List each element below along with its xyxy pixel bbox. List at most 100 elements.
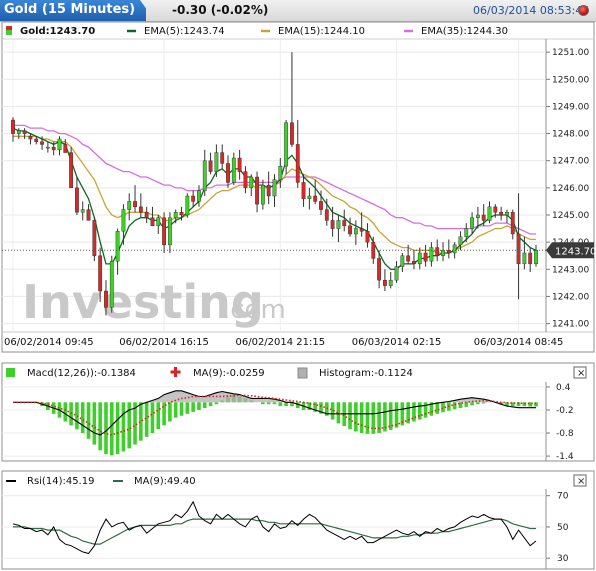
- close-icon[interactable]: ×: [573, 474, 587, 487]
- legend-histogram: Histogram:-0.1124: [319, 368, 413, 379]
- candle: [284, 120, 289, 175]
- candle-body: [272, 179, 277, 197]
- candle-body: [301, 182, 306, 199]
- price-tick-label: 1248.00: [552, 130, 589, 140]
- legend-macd: Macd(12,26)):-0.1384: [27, 368, 136, 379]
- price-tick-label: 1241.00: [552, 320, 589, 330]
- x-tick-label: 06/03/2014 08:45: [474, 337, 564, 348]
- candle-body: [493, 206, 498, 213]
- price-tick-label: 1245.00: [552, 211, 589, 221]
- candlestick-icon: [6, 26, 12, 35]
- candle-body: [441, 250, 445, 256]
- candle-body: [452, 244, 457, 254]
- candle-body: [121, 209, 126, 232]
- histogram-bar: [156, 402, 161, 430]
- x-tick-label: 06/02/2014 09:45: [4, 337, 94, 348]
- candle-body: [144, 212, 149, 218]
- candle-body: [237, 157, 242, 172]
- candle-body: [162, 217, 166, 246]
- gray-square-icon: [297, 367, 308, 379]
- candle-body: [522, 252, 527, 265]
- macd-tick-label: -1.4: [556, 452, 574, 462]
- candle-body: [319, 201, 323, 210]
- rsi-tick-label: 70: [557, 492, 569, 502]
- candle-body: [295, 144, 300, 183]
- candle-body: [22, 130, 27, 134]
- histogram-bar: [121, 402, 126, 452]
- histogram-bar: [98, 402, 102, 451]
- candle-body: [377, 258, 381, 281]
- histogram-bar: [92, 402, 97, 445]
- histogram-bar: [179, 402, 184, 416]
- candle-body: [330, 220, 335, 229]
- histogram-bar: [365, 402, 370, 434]
- candle-body: [336, 220, 341, 229]
- price-tick-label: 1246.00: [552, 184, 589, 194]
- candle-body: [475, 214, 480, 218]
- histogram-bar: [278, 402, 283, 407]
- candle-body: [191, 195, 196, 202]
- candle: [185, 193, 190, 218]
- macd-panel: Macd(12,26)):-0.1384 MA(9):-0.0259 Histo…: [1, 362, 595, 462]
- candle-body: [202, 160, 207, 191]
- histogram-bar: [162, 402, 166, 426]
- candle-body: [464, 228, 469, 237]
- candle-body: [458, 236, 463, 246]
- candle-body: [510, 212, 515, 235]
- candle-body: [388, 279, 393, 286]
- histogram-bar: [481, 402, 486, 404]
- legend-gold: Gold:1243.70: [20, 26, 95, 37]
- histogram-bar: [115, 402, 120, 455]
- candle-body: [307, 195, 312, 199]
- candle-body: [255, 176, 259, 205]
- histogram-bar: [173, 402, 178, 418]
- macd-tick-label: 0.4: [556, 383, 571, 393]
- close-icon[interactable]: ×: [573, 366, 587, 379]
- x-tick-label: 06/03/2014 02:15: [352, 337, 442, 348]
- rsi-tick-label: 50: [557, 523, 569, 533]
- price-tick-label: 1251.00: [552, 48, 589, 58]
- candle-body: [348, 225, 352, 235]
- legend-macd-ma: MA(9):-0.0259: [193, 368, 265, 379]
- candle-body: [86, 209, 91, 221]
- candle-body: [499, 212, 504, 216]
- x-tick-label: 06/02/2014 21:15: [235, 337, 325, 348]
- histogram-bar: [202, 402, 207, 409]
- legend-ema35: EMA(35):1244.30: [421, 26, 508, 37]
- price-panel: Gold:1243.70 EMA(5):1243.74 EMA(15):1244…: [1, 21, 596, 353]
- histogram-bar: [284, 402, 288, 407]
- candle-body: [342, 220, 347, 227]
- candle-body: [487, 206, 492, 221]
- candle-body: [516, 233, 521, 265]
- candle-body: [412, 260, 416, 265]
- candle-body: [243, 171, 248, 189]
- candle-body: [150, 217, 155, 227]
- candle-body: [470, 217, 474, 229]
- price-tick-label: 1243.00: [552, 265, 589, 275]
- candle-body: [231, 157, 236, 183]
- candle-body: [185, 195, 190, 216]
- legend-rsi-ma: MA(9):49.40: [134, 476, 196, 487]
- candle: [109, 255, 114, 313]
- histogram-bar: [354, 402, 358, 432]
- candle-body: [534, 250, 538, 265]
- histogram-bar: [144, 402, 149, 437]
- candle-body: [51, 146, 56, 151]
- candle-body: [57, 138, 62, 151]
- candle-body: [11, 119, 15, 134]
- candle-body: [167, 217, 172, 246]
- candle-body: [69, 152, 74, 189]
- candle-body: [220, 152, 225, 164]
- green-square-icon: [6, 368, 15, 377]
- histogram-bar: [261, 402, 265, 405]
- svg-text:×: ×: [577, 368, 585, 379]
- legend-rsi: Rsi(14):45.19: [27, 476, 94, 487]
- price-tick-label: 1247.00: [552, 157, 589, 167]
- candle-body: [284, 122, 289, 167]
- candle-body: [173, 212, 178, 218]
- rsi-tick-label: 30: [557, 554, 569, 564]
- histogram-bar: [197, 402, 201, 410]
- watermark-suffix: .com: [222, 295, 286, 325]
- candle-body: [197, 190, 201, 202]
- candle-body: [34, 138, 39, 142]
